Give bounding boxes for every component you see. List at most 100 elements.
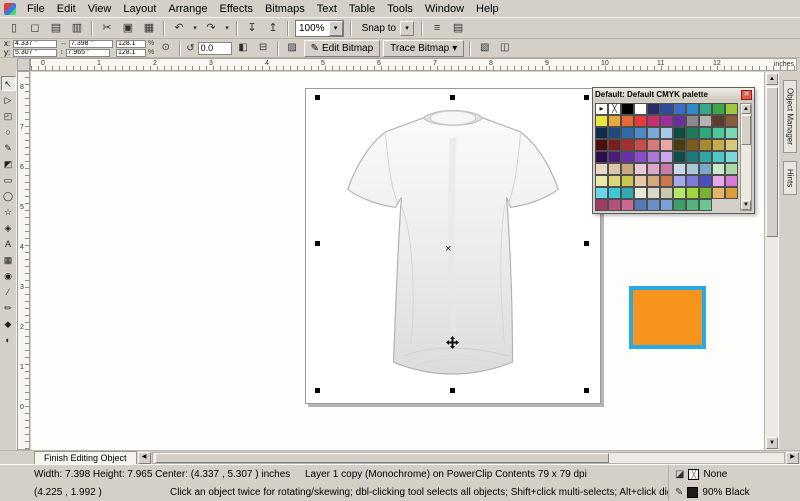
pick-tool[interactable]: ↖ bbox=[1, 76, 16, 91]
palette-swatch[interactable] bbox=[660, 199, 673, 211]
palette-swatch[interactable] bbox=[608, 139, 621, 151]
palette-swatch[interactable] bbox=[634, 151, 647, 163]
scroll-up-icon[interactable]: ▲ bbox=[766, 73, 778, 85]
menu-table[interactable]: Table bbox=[343, 2, 381, 16]
palette-swatch[interactable] bbox=[634, 127, 647, 139]
palette-swatch[interactable] bbox=[686, 127, 699, 139]
y-position-field[interactable]: 5.307 " bbox=[13, 49, 57, 57]
docker-tab-hints[interactable]: Hints bbox=[783, 161, 797, 195]
drawing-canvas[interactable]: × Default: Default CMYK palette ✕ ▸╳ ▲ ▼ bbox=[31, 72, 764, 450]
vertical-scrollbar[interactable]: ▲ ▼ bbox=[764, 72, 778, 450]
resample-button[interactable]: ▨ bbox=[284, 40, 301, 56]
palette-swatch[interactable] bbox=[686, 115, 699, 127]
palette-swatch[interactable] bbox=[712, 163, 725, 175]
vertical-scroll-thumb[interactable] bbox=[766, 87, 778, 237]
redo-button[interactable]: ↷ bbox=[201, 19, 221, 37]
palette-swatch[interactable] bbox=[699, 103, 712, 115]
palette-swatch[interactable] bbox=[686, 199, 699, 211]
menu-help[interactable]: Help bbox=[470, 2, 505, 16]
smart-fill-tool[interactable]: ◩ bbox=[1, 156, 16, 171]
scale-y-field[interactable]: 128.1 bbox=[116, 49, 146, 57]
palette-swatch[interactable] bbox=[595, 127, 608, 139]
palette-swatch[interactable] bbox=[673, 151, 686, 163]
horizontal-scroll-thumb[interactable] bbox=[155, 453, 610, 463]
palette-swatch[interactable] bbox=[712, 127, 725, 139]
import-button[interactable]: ↧ bbox=[242, 19, 262, 37]
palette-swatch[interactable] bbox=[595, 199, 608, 211]
palette-swatch[interactable] bbox=[660, 115, 673, 127]
trace-bitmap-button[interactable]: Trace Bitmap ▾ bbox=[383, 40, 464, 57]
palette-swatch[interactable] bbox=[699, 199, 712, 211]
shape-tool[interactable]: ▷ bbox=[1, 92, 16, 107]
palette-swatch[interactable] bbox=[725, 103, 738, 115]
palette-swatch[interactable] bbox=[712, 115, 725, 127]
palette-swatch[interactable] bbox=[699, 139, 712, 151]
menu-file[interactable]: File bbox=[21, 2, 51, 16]
selection-handle-middle-right[interactable] bbox=[584, 241, 589, 246]
palette-swatch[interactable] bbox=[699, 163, 712, 175]
palette-swatch[interactable] bbox=[686, 139, 699, 151]
export-button[interactable]: ↥ bbox=[263, 19, 283, 37]
dockers-button[interactable]: ▤ bbox=[448, 19, 468, 37]
palette-swatch[interactable] bbox=[660, 187, 673, 199]
palette-swatch[interactable] bbox=[660, 175, 673, 187]
palette-swatch[interactable] bbox=[673, 139, 686, 151]
finish-editing-object-tab[interactable]: Finish Editing Object bbox=[34, 451, 137, 464]
palette-swatch[interactable] bbox=[621, 163, 634, 175]
palette-swatch[interactable] bbox=[595, 175, 608, 187]
menu-effects[interactable]: Effects bbox=[214, 2, 259, 16]
palette-swatch[interactable] bbox=[647, 103, 660, 115]
palette-title-bar[interactable]: Default: Default CMYK palette ✕ bbox=[593, 88, 754, 101]
docker-tab-object-manager[interactable]: Object Manager bbox=[783, 80, 797, 153]
menu-edit[interactable]: Edit bbox=[51, 2, 82, 16]
palette-swatch[interactable] bbox=[660, 127, 673, 139]
palette-swatch[interactable] bbox=[712, 139, 725, 151]
table-tool[interactable]: ▦ bbox=[1, 252, 16, 267]
menu-window[interactable]: Window bbox=[419, 2, 470, 16]
palette-swatch[interactable] bbox=[595, 151, 608, 163]
mirror-horizontal-button[interactable]: ◧ bbox=[235, 40, 252, 56]
ruler-origin-box[interactable] bbox=[17, 58, 30, 71]
copy-button[interactable]: ▣ bbox=[118, 19, 138, 37]
palette-swatch[interactable] bbox=[608, 175, 621, 187]
x-position-field[interactable]: 4.337 " bbox=[13, 40, 57, 48]
options-button[interactable]: ≡ bbox=[427, 19, 447, 37]
selection-handle-bottom-left[interactable] bbox=[315, 388, 320, 393]
palette-swatch[interactable] bbox=[647, 151, 660, 163]
menu-tools[interactable]: Tools bbox=[381, 2, 419, 16]
palette-swatch[interactable] bbox=[595, 163, 608, 175]
polygon-tool[interactable]: ☆ bbox=[1, 204, 16, 219]
snap-to-dropdown[interactable]: Snap to ▾ bbox=[358, 20, 415, 37]
save-button[interactable]: ▤ bbox=[46, 19, 66, 37]
palette-swatch[interactable] bbox=[699, 151, 712, 163]
palette-swatch[interactable] bbox=[725, 115, 738, 127]
tshirt-image[interactable] bbox=[324, 95, 582, 395]
object-center-marker[interactable]: × bbox=[445, 243, 451, 255]
ellipse-tool[interactable]: ◯ bbox=[1, 188, 16, 203]
vertical-ruler[interactable]: 876543210 bbox=[17, 71, 30, 450]
freehand-tool[interactable]: ✎ bbox=[1, 140, 16, 155]
palette-swatch[interactable] bbox=[647, 115, 660, 127]
palette-swatch[interactable] bbox=[621, 151, 634, 163]
menu-layout[interactable]: Layout bbox=[117, 2, 162, 16]
palette-swatch[interactable] bbox=[699, 175, 712, 187]
palette-swatch[interactable] bbox=[608, 127, 621, 139]
palette-swatch[interactable] bbox=[595, 139, 608, 151]
palette-swatch[interactable] bbox=[725, 127, 738, 139]
rotation-field[interactable]: 0.0 bbox=[198, 42, 232, 55]
palette-swatch[interactable] bbox=[699, 127, 712, 139]
new-button[interactable]: ▯ bbox=[4, 19, 24, 37]
palette-scroll-thumb[interactable] bbox=[741, 115, 751, 145]
close-icon[interactable]: ✕ bbox=[741, 90, 752, 100]
menu-arrange[interactable]: Arrange bbox=[162, 2, 213, 16]
zoom-combobox[interactable]: 100% ▾ bbox=[295, 20, 344, 37]
print-button[interactable]: ▥ bbox=[67, 19, 87, 37]
palette-swatch[interactable] bbox=[621, 103, 634, 115]
scroll-down-icon[interactable]: ▼ bbox=[766, 437, 778, 449]
palette-none-swatch[interactable]: ╳ bbox=[608, 103, 621, 115]
menu-bitmaps[interactable]: Bitmaps bbox=[259, 2, 311, 16]
fill-tool[interactable]: ◆ bbox=[1, 316, 16, 331]
selection-handle-top-center[interactable] bbox=[450, 95, 455, 100]
palette-swatch[interactable] bbox=[712, 103, 725, 115]
palette-swatch[interactable] bbox=[621, 187, 634, 199]
